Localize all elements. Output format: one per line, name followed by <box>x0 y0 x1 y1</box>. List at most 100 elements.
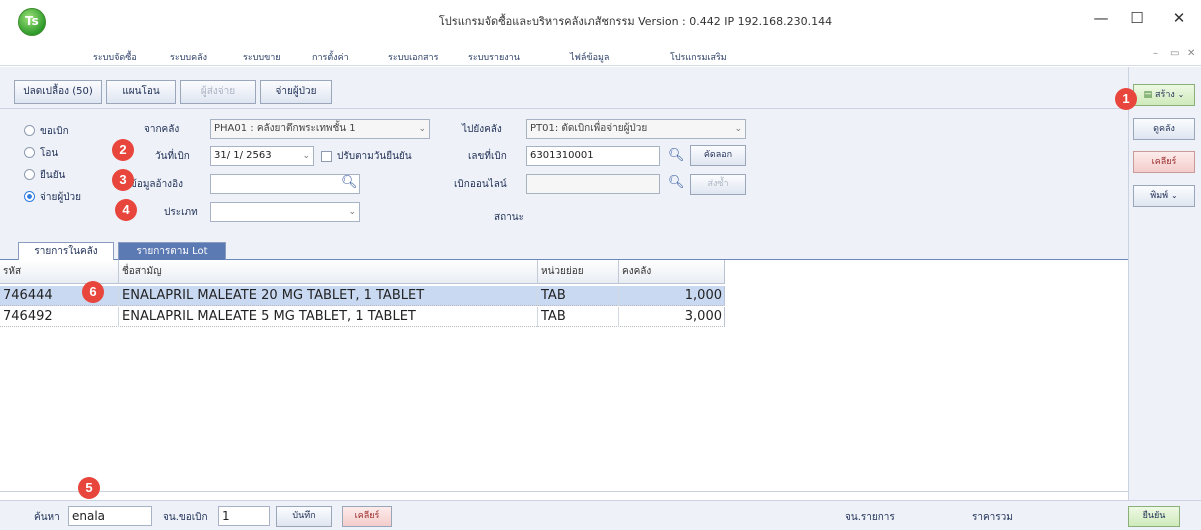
online-request-field[interactable] <box>526 174 660 194</box>
radio-transfer[interactable]: โอน <box>24 146 58 161</box>
chevron-down-icon: ⌄ <box>734 124 742 134</box>
title-bar: Ts โปรแกรมจัดซื้อและบริหารคลังเภสัชกรรม … <box>0 0 1201 36</box>
doc-no-label: เลขที่เบิก <box>468 151 507 162</box>
cell-unit: TAB <box>541 309 566 324</box>
chevron-down-icon: ⌄ <box>1170 191 1178 200</box>
menu-settings[interactable]: การตั้งค่า <box>312 50 349 64</box>
col-generic-name[interactable]: ชื่อสามัญ <box>122 264 162 279</box>
col-divider <box>118 260 119 284</box>
menu-purchase[interactable]: ระบบจัดซื้อ <box>93 50 137 64</box>
issue-date-label: วันที่เบิก <box>155 151 190 162</box>
reference-field[interactable] <box>210 174 360 194</box>
type-label: ประเภท <box>164 207 198 218</box>
radio-confirm[interactable]: ยืนยัน <box>24 168 65 183</box>
cell-divider <box>118 307 119 327</box>
col-divider <box>618 260 619 284</box>
menu-documents[interactable]: ระบบเอกสาร <box>388 50 438 64</box>
tab-by-lot[interactable]: รายการตาม Lot <box>118 242 226 260</box>
radio-request[interactable]: ขอเบิก <box>24 124 69 139</box>
menu-stock[interactable]: ระบบคลัง <box>170 50 207 64</box>
search-input[interactable]: enala <box>68 506 152 526</box>
mdi-minimize-icon[interactable]: – <box>1153 48 1158 59</box>
close-button[interactable]: ✕ <box>1164 8 1194 28</box>
side-panel: ▤ สร้าง ⌄ ดูคลัง เคลียร์ พิมพ์ ⌄ <box>1128 67 1201 510</box>
callout-badge: 4 <box>115 199 137 221</box>
adjust-date-label: ปรับตามวันยืนยัน <box>337 151 412 162</box>
document-icon: ▤ <box>1143 90 1153 100</box>
radio-dot <box>24 169 35 180</box>
request-qty-label: จน.ขอเบิก <box>163 512 208 523</box>
tab-in-stock[interactable]: รายการในคลัง <box>18 242 114 260</box>
radio-dot <box>24 125 35 136</box>
clear-button[interactable]: เคลียร์ <box>1133 151 1195 173</box>
list-tabs: รายการในคลัง รายการตาม Lot <box>0 239 1128 260</box>
resend-button[interactable]: ส่งซ้ำ <box>690 174 746 195</box>
clear-entry-button[interactable]: เคลียร์ <box>342 506 392 527</box>
menu-sales[interactable]: ระบบขาย <box>243 50 281 64</box>
callout-badge: 1 <box>1115 88 1137 110</box>
chevron-down-icon: ⌄ <box>418 124 426 134</box>
cell-name: ENALAPRIL MALEATE 5 MG TABLET, 1 TABLET <box>122 309 416 324</box>
chevron-down-icon: ⌄ <box>1177 90 1185 99</box>
col-stock[interactable]: คงคลัง <box>622 264 651 279</box>
cell-name: ENALAPRIL MALEATE 20 MG TABLET, 1 TABLET <box>122 288 425 303</box>
status-label: สถานะ <box>494 212 524 223</box>
radio-dot-selected <box>24 191 35 202</box>
issue-date-picker[interactable]: 31/ 1/ 2563 ⌄ <box>210 146 314 166</box>
menu-addons[interactable]: โปรแกรมเสริม <box>670 50 727 64</box>
from-stock-label: จากคลัง <box>144 124 180 135</box>
from-stock-select[interactable]: PHA01 : คลังยาตึกพระเทพชั้น 1 ⌄ <box>210 119 430 139</box>
search-icon[interactable]: 🔍︎ <box>668 148 685 163</box>
item-count-label: จน.รายการ <box>845 512 895 523</box>
request-qty-field[interactable]: 1 <box>218 506 270 526</box>
col-unit[interactable]: หน่วยย่อย <box>541 264 584 279</box>
mdi-close-icon[interactable]: ✕ <box>1187 48 1195 59</box>
cell-divider <box>537 307 538 327</box>
table-row[interactable]: 746492 ENALAPRIL MALEATE 5 MG TABLET, 1 … <box>0 307 725 327</box>
confirm-button[interactable]: ยืนยัน <box>1128 506 1180 527</box>
chevron-down-icon: ⌄ <box>348 207 356 217</box>
reference-label: ข้อมูลอ้างอิง <box>130 179 183 190</box>
cell-divider <box>618 307 619 327</box>
minimize-button[interactable]: — <box>1086 8 1116 28</box>
to-stock-label: ไปยังคลัง <box>462 124 502 135</box>
tab-dispense-patient[interactable]: จ่ายผู้ป่วย <box>260 80 332 104</box>
window-title: โปรแกรมจัดซื้อและบริหารคลังเภสัชกรรม Ver… <box>438 15 833 28</box>
to-stock-select[interactable]: PT01: ตัดเบิกเพื่อจ่ายผู้ป่วย ⌄ <box>526 119 746 139</box>
create-button[interactable]: ▤ สร้าง ⌄ <box>1133 84 1195 106</box>
cell-stock: 1,000 <box>684 288 722 303</box>
search-icon[interactable]: 🔍︎ <box>668 175 685 190</box>
menu-bar: ระบบจัดซื้อ ระบบคลัง ระบบขาย การตั้งค่า … <box>0 36 1201 66</box>
search-icon[interactable]: 🔍︎ <box>341 175 358 190</box>
items-grid: รหัส ชื่อสามัญ หน่วยย่อย คงคลัง 746444 E… <box>0 260 1128 492</box>
cell-code: 746444 <box>3 288 53 303</box>
mdi-restore-icon[interactable]: ▭ <box>1170 48 1179 59</box>
cell-stock: 3,000 <box>684 309 722 324</box>
adjust-date-checkbox[interactable] <box>321 151 332 162</box>
col-code[interactable]: รหัส <box>3 264 21 279</box>
tab-distributor[interactable]: ผู้ส่งจ่าย <box>180 80 256 104</box>
copy-button[interactable]: คัดลอก <box>690 145 746 166</box>
cell-divider <box>537 286 538 306</box>
radio-dispense-patient[interactable]: จ่ายผู้ป่วย <box>24 190 81 205</box>
callout-badge: 6 <box>82 281 104 303</box>
print-button[interactable]: พิมพ์ ⌄ <box>1133 185 1195 207</box>
maximize-button[interactable]: ☐ <box>1122 8 1152 28</box>
type-select[interactable]: ⌄ <box>210 202 360 222</box>
cell-code: 746492 <box>3 309 53 324</box>
save-button[interactable]: บันทึก <box>276 506 332 527</box>
toolbar: ปลดเปลื้อง (50) แผนโอน ผู้ส่งจ่าย จ่ายผู… <box>0 67 1201 109</box>
menu-data-files[interactable]: ไฟล์ข้อมูล <box>570 50 609 64</box>
view-stock-button[interactable]: ดูคลัง <box>1133 118 1195 140</box>
col-divider <box>537 260 538 284</box>
callout-badge: 2 <box>112 139 134 161</box>
radio-dot <box>24 147 35 158</box>
tab-unlock[interactable]: ปลดเปลื้อง (50) <box>14 80 102 104</box>
table-row[interactable]: 746444 ENALAPRIL MALEATE 20 MG TABLET, 1… <box>0 286 725 306</box>
cell-unit: TAB <box>541 288 566 303</box>
menu-reports[interactable]: ระบบรายงาน <box>468 50 520 64</box>
doc-no-field[interactable]: 6301310001 <box>526 146 660 166</box>
tab-transfer-plan[interactable]: แผนโอน <box>106 80 176 104</box>
total-price-label: ราคารวม <box>972 512 1013 523</box>
online-request-label: เบิกออนไลน์ <box>454 179 507 190</box>
